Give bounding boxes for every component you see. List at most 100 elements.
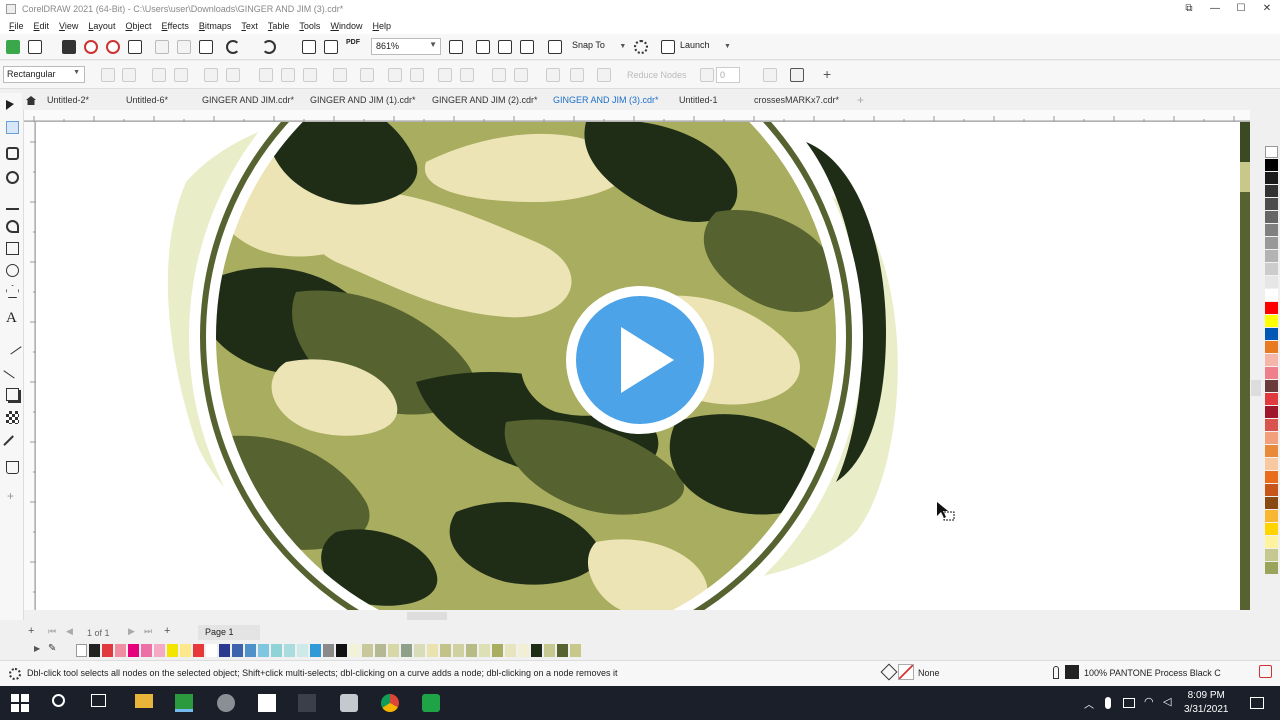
connector-tool-icon[interactable]: [3, 360, 22, 379]
pen-nib-icon[interactable]: [1053, 666, 1059, 679]
no-color-swatch[interactable]: [76, 644, 87, 657]
menu-object[interactable]: Object: [125, 21, 151, 31]
color-swatch[interactable]: [453, 644, 464, 657]
extract-subpath-icon[interactable]: [570, 68, 584, 82]
maximize-button[interactable]: ☐: [1228, 0, 1254, 18]
color-swatch[interactable]: [1265, 159, 1278, 171]
menu-file[interactable]: File: [9, 21, 24, 31]
add-page-after-icon[interactable]: +: [164, 625, 170, 637]
color-swatch[interactable]: [1265, 562, 1278, 574]
color-swatch[interactable]: [1265, 172, 1278, 184]
ellipse-tool-icon[interactable]: [6, 264, 19, 277]
no-fill-swatch[interactable]: [898, 664, 914, 680]
polygon-tool-icon[interactable]: [6, 285, 19, 298]
save-icon[interactable]: [62, 40, 76, 54]
menu-bitmaps[interactable]: Bitmaps: [199, 21, 232, 31]
launch-icon[interactable]: [661, 40, 675, 54]
to-line-icon[interactable]: [204, 68, 218, 82]
outline-color-swatch[interactable]: [1065, 665, 1079, 679]
select-all-nodes-icon[interactable]: [763, 68, 777, 82]
launch-dropdown[interactable]: Launch ▼: [680, 40, 731, 50]
tab-ginger-and-jim-2[interactable]: GINGER AND JIM (2).cdr*: [432, 95, 538, 105]
color-swatch[interactable]: [1265, 237, 1278, 249]
color-swatch[interactable]: [258, 644, 269, 657]
to-curve-icon[interactable]: [226, 68, 240, 82]
tab-ginger-and-jim[interactable]: GINGER AND JIM.cdr*: [202, 95, 294, 105]
undo-icon[interactable]: [226, 40, 240, 54]
first-page-icon[interactable]: ⏮: [48, 626, 56, 637]
app-icon[interactable]: [258, 694, 276, 712]
cloud-upload-icon[interactable]: [84, 40, 98, 54]
color-swatch[interactable]: [1265, 276, 1278, 288]
color-swatch[interactable]: [466, 644, 477, 657]
color-swatch[interactable]: [219, 644, 230, 657]
menu-edit[interactable]: Edit: [34, 21, 50, 31]
app-icon[interactable]: [340, 694, 358, 712]
color-swatch[interactable]: [1265, 185, 1278, 197]
color-swatch[interactable]: [531, 644, 542, 657]
color-swatch[interactable]: [323, 644, 334, 657]
text-tool-icon[interactable]: A: [6, 310, 17, 327]
microphone-icon[interactable]: [1105, 697, 1111, 709]
volume-icon[interactable]: ◁: [1163, 695, 1171, 708]
close-curve-icon[interactable]: [597, 68, 611, 82]
color-swatch[interactable]: [1265, 523, 1278, 535]
color-swatch[interactable]: [479, 644, 490, 657]
stretch-nodes-icon[interactable]: [388, 68, 402, 82]
color-swatch[interactable]: [1265, 497, 1278, 509]
add-node-icon[interactable]: [101, 68, 115, 82]
color-swatch[interactable]: [1265, 484, 1278, 496]
color-swatch[interactable]: [1265, 224, 1278, 236]
color-swatch[interactable]: [544, 644, 555, 657]
color-swatch[interactable]: [271, 644, 282, 657]
color-swatch[interactable]: [1265, 211, 1278, 223]
color-swatch[interactable]: [89, 644, 100, 657]
color-swatch[interactable]: [1265, 432, 1278, 444]
freehand-tool-icon[interactable]: [6, 197, 19, 210]
redo-icon[interactable]: [262, 40, 276, 54]
color-swatch[interactable]: [167, 644, 178, 657]
coreldraw-taskbar-icon[interactable]: [175, 694, 193, 712]
color-swatch[interactable]: [1265, 471, 1278, 483]
palette-menu-icon[interactable]: ▶: [34, 644, 40, 653]
eyedropper-icon[interactable]: [3, 435, 22, 454]
zoom-tool-icon[interactable]: [6, 171, 19, 184]
task-view-icon[interactable]: [91, 694, 106, 707]
reflect-nodes-icon[interactable]: [460, 68, 474, 82]
color-swatch[interactable]: [1265, 510, 1278, 522]
import-icon[interactable]: [302, 40, 316, 54]
tab-ginger-and-jim-3[interactable]: GINGER AND JIM (3).cdr*: [553, 95, 659, 105]
horizontal-scroll-thumb[interactable]: [407, 612, 447, 620]
transparency-icon[interactable]: [6, 411, 19, 424]
reverse-direction-icon[interactable]: [333, 68, 347, 82]
battery-icon[interactable]: [1123, 698, 1135, 708]
drop-shadow-icon[interactable]: [6, 388, 19, 401]
full-screen-icon[interactable]: [449, 40, 463, 54]
open-folder-icon[interactable]: [28, 40, 42, 54]
color-swatch[interactable]: [336, 644, 347, 657]
color-swatch[interactable]: [1265, 302, 1278, 314]
color-swatch[interactable]: [414, 644, 425, 657]
file-explorer-icon[interactable]: [135, 694, 153, 708]
rotate-nodes-icon[interactable]: [410, 68, 424, 82]
cusp-node-icon[interactable]: [259, 68, 273, 82]
app-icon[interactable]: [422, 694, 440, 712]
color-swatch[interactable]: [1265, 458, 1278, 470]
cloud-download-icon[interactable]: [106, 40, 120, 54]
app-icon[interactable]: [298, 694, 316, 712]
menu-tools[interactable]: Tools: [299, 21, 320, 31]
vertical-ruler[interactable]: [24, 122, 36, 610]
color-swatch[interactable]: [115, 644, 126, 657]
reduce-nodes-label[interactable]: Reduce Nodes: [627, 70, 687, 80]
vertical-scroll-thumb[interactable]: [1251, 380, 1261, 396]
color-swatch[interactable]: [1265, 549, 1278, 561]
menu-window[interactable]: Window: [330, 21, 362, 31]
tab-untitled-2[interactable]: Untitled-2*: [47, 95, 89, 105]
add-tab-icon[interactable]: +: [857, 93, 864, 107]
smooth-node-icon[interactable]: [281, 68, 295, 82]
color-swatch[interactable]: [349, 644, 360, 657]
cut-icon[interactable]: [155, 40, 169, 54]
color-swatch[interactable]: [1265, 406, 1278, 418]
page-tab[interactable]: Page 1: [198, 625, 260, 640]
color-swatch[interactable]: [1265, 380, 1278, 392]
